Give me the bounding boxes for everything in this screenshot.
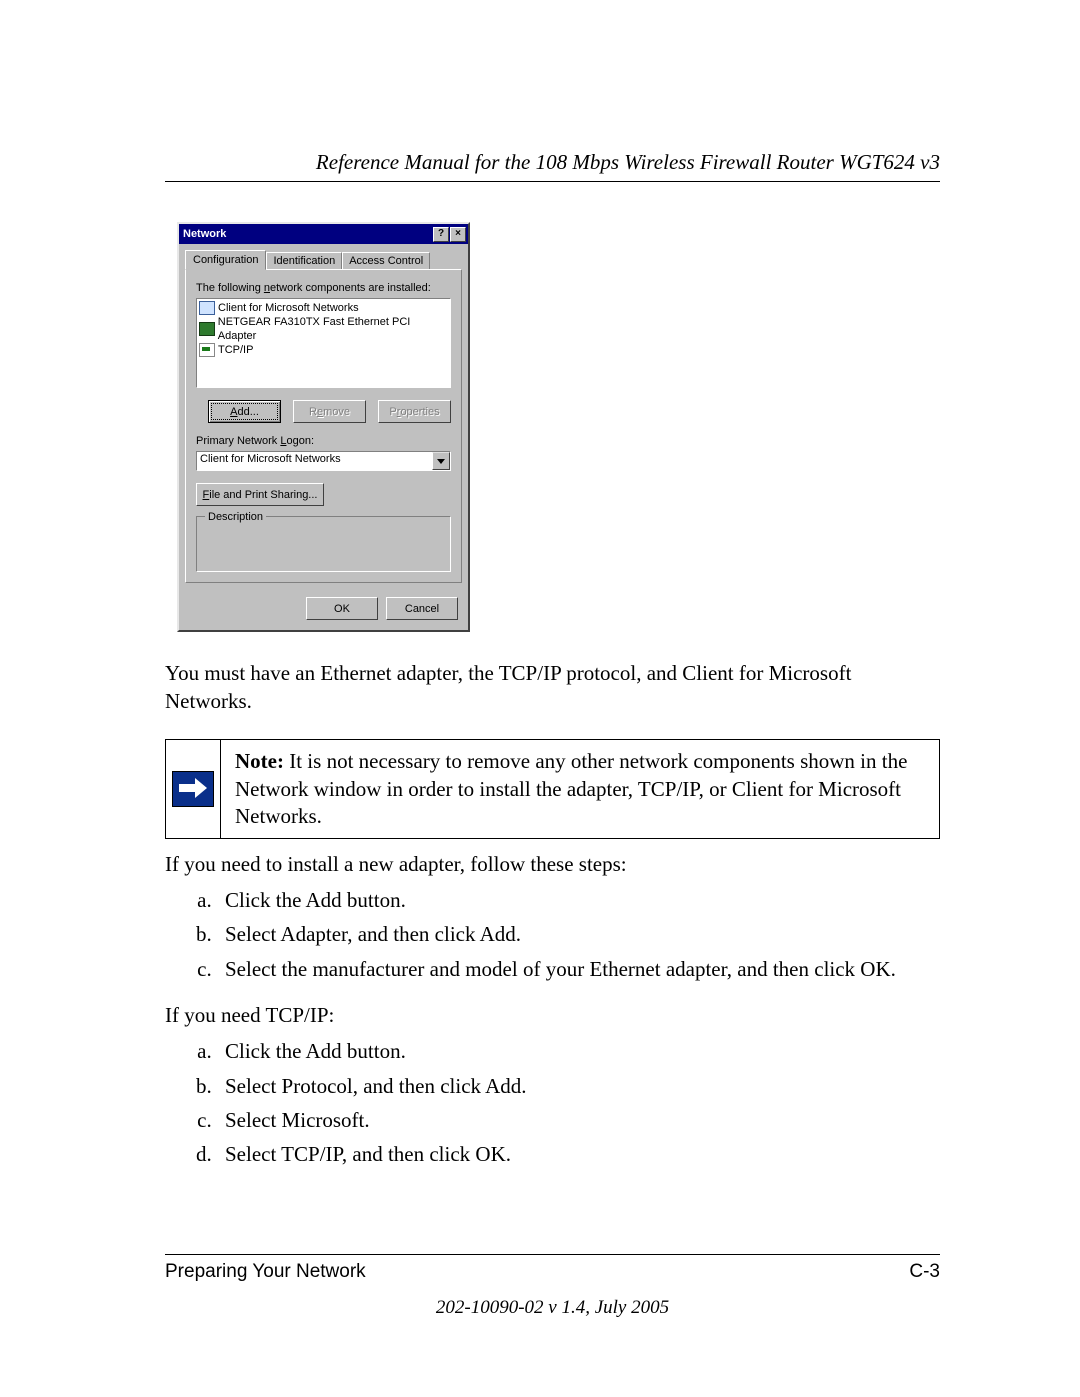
protocol-icon [199,343,215,357]
list-item-label: Client for Microsoft Networks [218,301,359,315]
primary-logon-combo[interactable]: Client for Microsoft Networks [196,451,451,471]
header-rule [165,181,940,182]
list-item[interactable]: NETGEAR FA310TX Fast Ethernet PCI Adapte… [199,315,448,343]
ok-button[interactable]: OK [306,597,378,620]
list-step: Click the Add button. [217,1036,940,1066]
dialog-titlebar: Network ? × [179,224,468,244]
list-item-label: TCP/IP [218,343,253,357]
page: Reference Manual for the 108 Mbps Wirele… [0,0,1080,1170]
tab-access-control[interactable]: Access Control [342,252,430,269]
dialog-buttons: OK Cancel [179,589,468,630]
description-groupbox: Description [196,516,451,572]
combo-dropdown-button[interactable] [432,452,450,470]
list-step: Click the Add button. [217,885,940,915]
client-icon [199,301,215,315]
list-step: Select Microsoft. [217,1105,940,1135]
list-step: Select Adapter, and then click Add. [217,919,940,949]
help-button[interactable]: ? [433,227,449,242]
arrow-icon [172,771,214,807]
dialog-figure: Network ? × Configuration Identification… [177,222,940,632]
footer-rule [165,1254,940,1255]
note-box: Note: It is not necessary to remove any … [165,739,940,839]
list-step: Select TCP/IP, and then click OK. [217,1139,940,1169]
dialog-title: Network [183,228,432,240]
footer-version: 202-10090-02 v 1.4, July 2005 [165,1297,940,1319]
description-label: Description [205,511,266,523]
paragraph: You must have an Ethernet adapter, the T… [165,660,940,715]
components-listbox[interactable]: Client for Microsoft Networks NETGEAR FA… [196,298,451,388]
list-item[interactable]: Client for Microsoft Networks [199,301,448,315]
page-footer: Preparing Your Network C-3 202-10090-02 … [165,1254,940,1319]
page-header-title: Reference Manual for the 108 Mbps Wirele… [165,150,940,175]
tab-identification[interactable]: Identification [266,252,342,269]
file-print-sharing-button[interactable]: File and Print Sharing... [196,483,324,506]
chevron-down-icon [437,459,445,464]
component-buttons: Add... Remove Properties [208,400,451,423]
properties-button: Properties [378,400,451,423]
list-step: Select Protocol, and then click Add. [217,1071,940,1101]
paragraph: If you need TCP/IP: [165,1002,940,1030]
note-icon-cell [166,740,221,838]
tcpip-steps-list: Click the Add button. Select Protocol, a… [165,1036,940,1170]
body-content: You must have an Ethernet adapter, the T… [165,660,940,1170]
list-item-label: NETGEAR FA310TX Fast Ethernet PCI Adapte… [218,315,448,343]
tab-panel-configuration: The following network components are ins… [185,269,462,583]
list-step: Select the manufacturer and model of you… [217,954,940,984]
cancel-button[interactable]: Cancel [386,597,458,620]
primary-logon-label: Primary Network Logon: [196,435,451,447]
note-text: Note: It is not necessary to remove any … [221,740,939,838]
tab-configuration[interactable]: Configuration [185,250,266,270]
network-dialog: Network ? × Configuration Identification… [177,222,470,632]
footer-section: Preparing Your Network [165,1261,366,1283]
components-label: The following network components are ins… [196,282,451,294]
remove-button: Remove [293,400,366,423]
adapter-steps-list: Click the Add button. Select Adapter, an… [165,885,940,984]
primary-logon-value: Client for Microsoft Networks [197,452,432,470]
tab-strip: Configuration Identification Access Cont… [179,244,468,269]
paragraph: If you need to install a new adapter, fo… [165,851,940,879]
close-button[interactable]: × [450,227,466,242]
adapter-icon [199,322,215,336]
add-button[interactable]: Add... [208,400,281,423]
footer-page-number: C-3 [909,1261,940,1283]
list-item[interactable]: TCP/IP [199,343,448,357]
note-label: Note: [235,749,284,773]
note-body: It is not necessary to remove any other … [235,749,907,828]
